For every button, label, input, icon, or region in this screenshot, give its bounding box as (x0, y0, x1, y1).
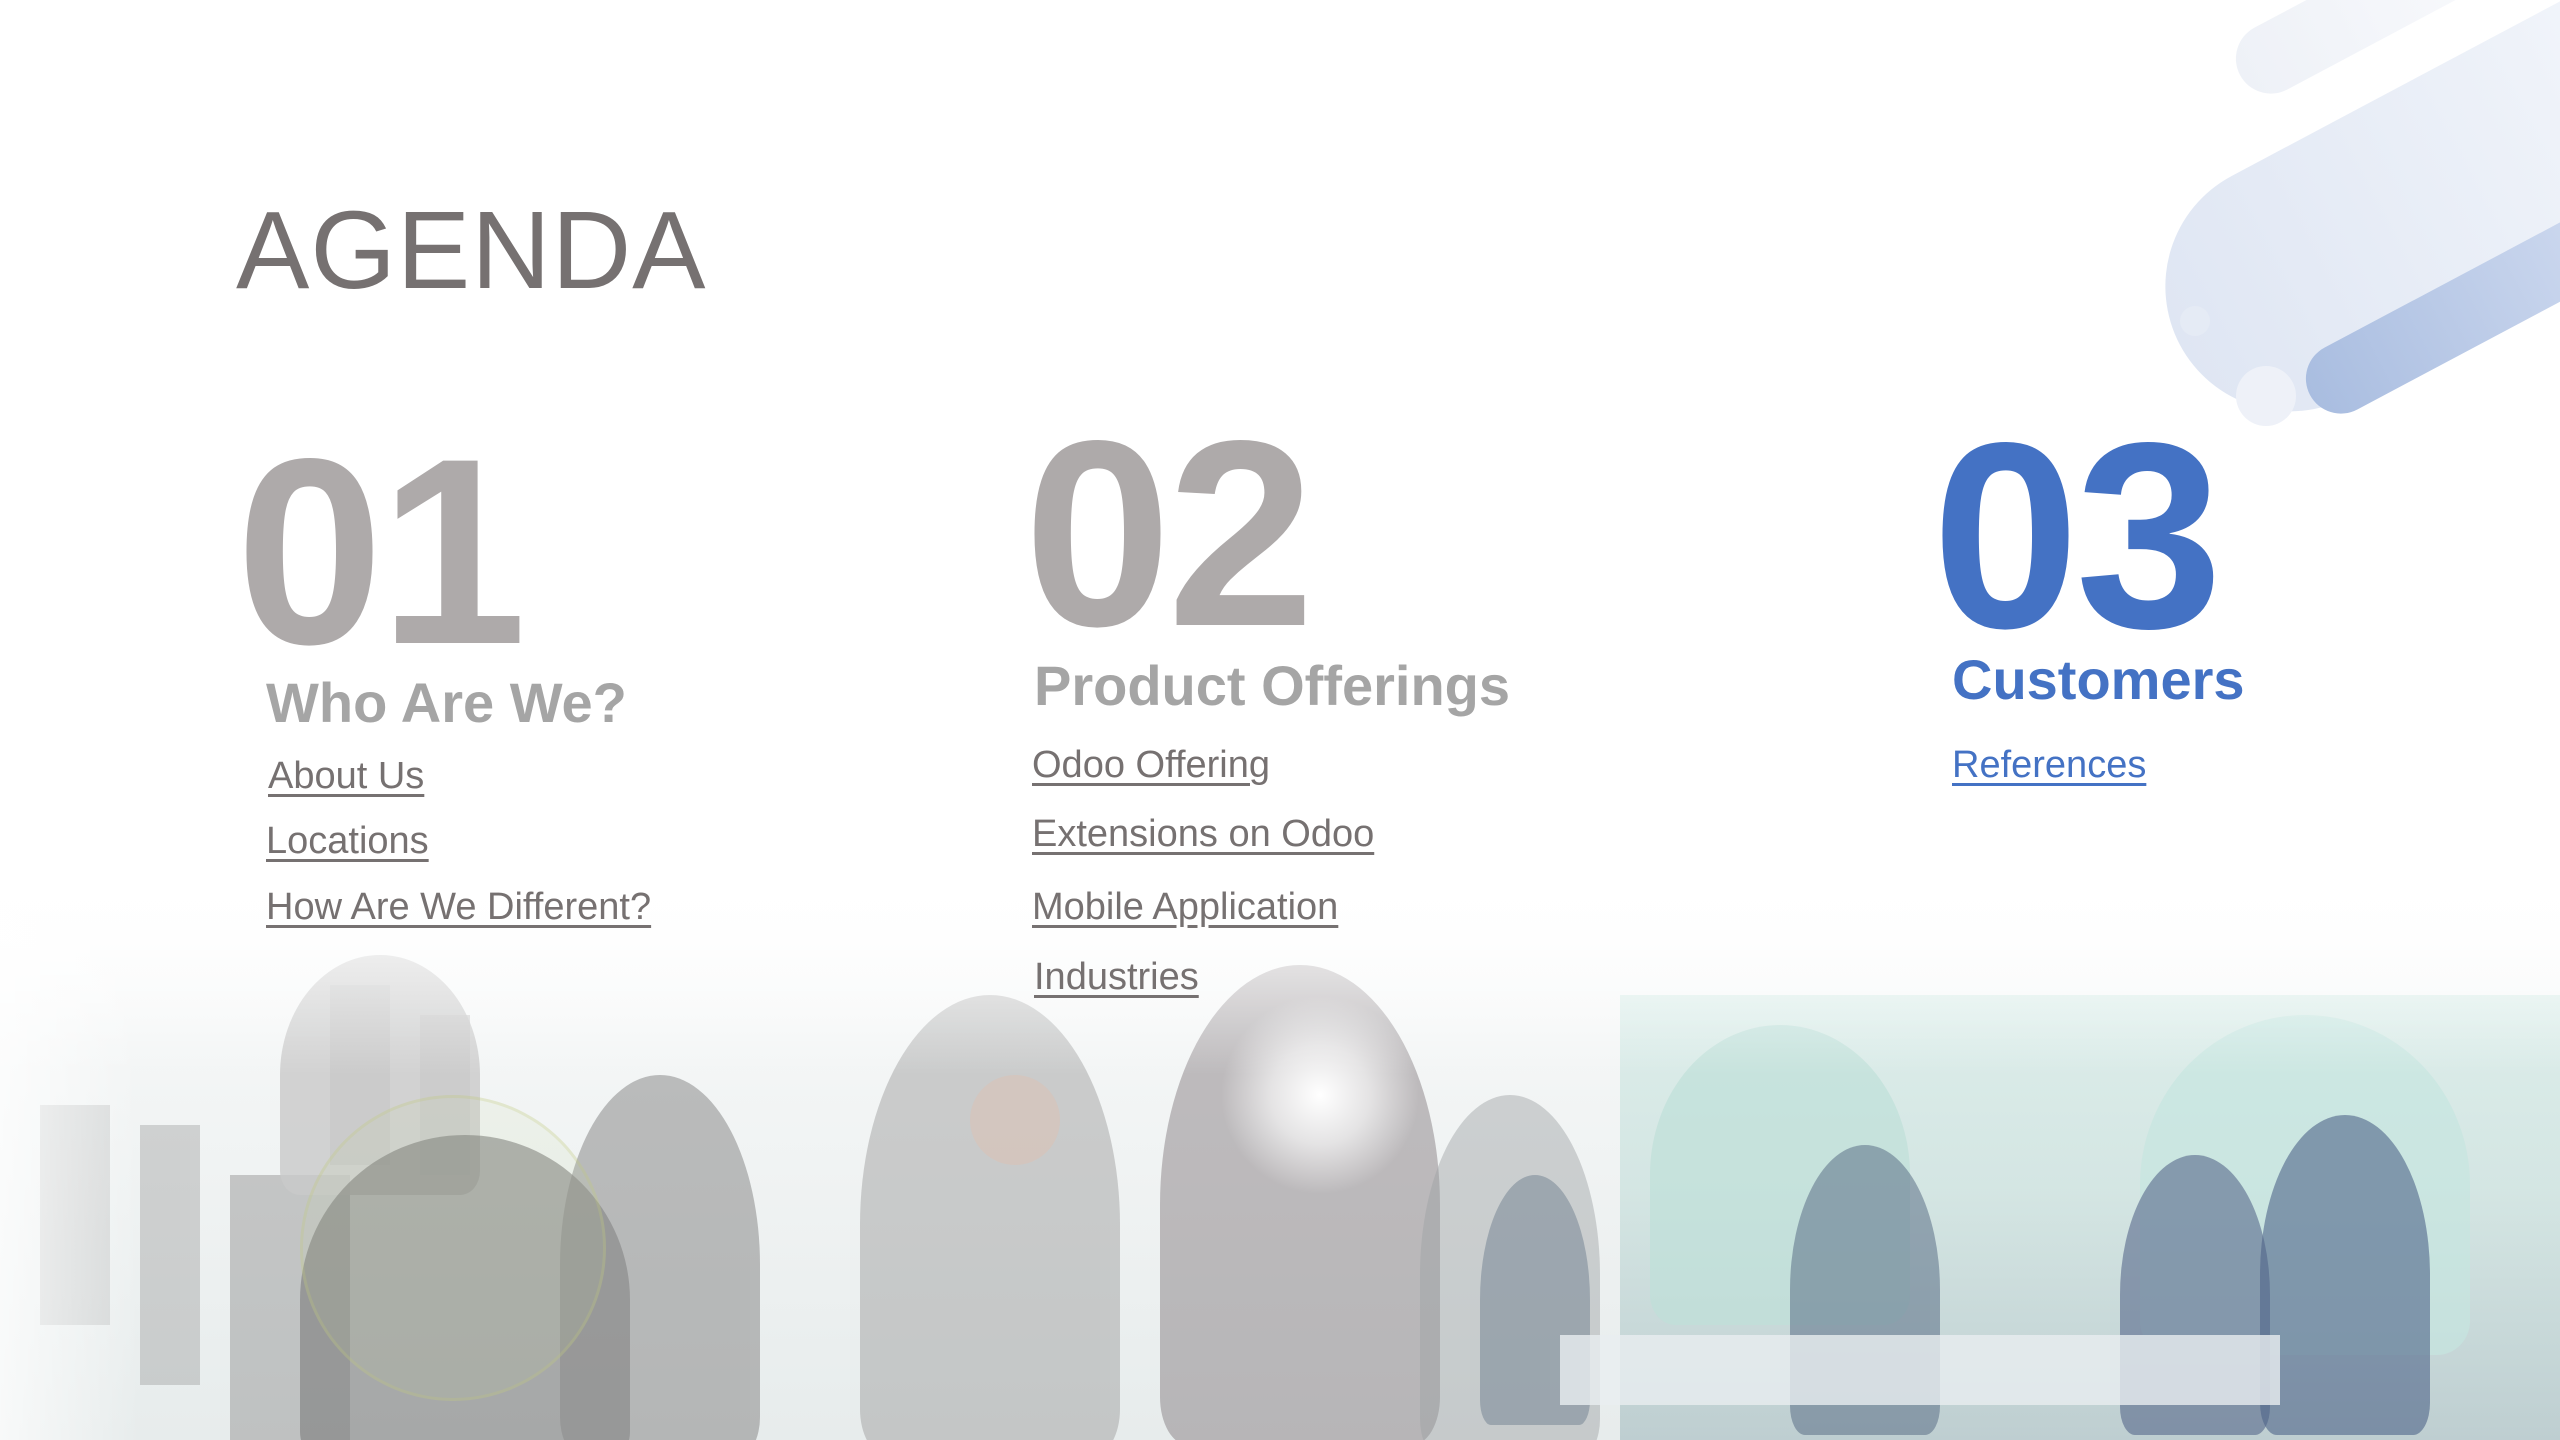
link-about-us[interactable]: About Us (268, 757, 424, 795)
link-odoo-offering[interactable]: Odoo Offering (1032, 746, 1270, 784)
background-photo (0, 875, 2560, 1440)
agenda-slide: AGENDA 01 Who Are We? About Us Locations… (0, 0, 2560, 1440)
section-number: 01 (236, 404, 527, 700)
decorative-pill-top (2223, 0, 2486, 106)
link-industries[interactable]: Industries (1034, 958, 1199, 996)
section-heading: Customers (1952, 648, 2245, 711)
link-references[interactable]: References (1952, 746, 2146, 784)
section-heading: Who Are We? (266, 671, 627, 734)
link-mobile-application[interactable]: Mobile Application (1032, 888, 1338, 926)
decorative-dot-large (2236, 366, 2296, 426)
section-heading: Product Offerings (1034, 654, 1511, 717)
section-number: 03 (1932, 388, 2223, 684)
decorative-dot-small (2180, 306, 2210, 336)
page-title: AGENDA (236, 189, 707, 312)
decorative-pill-blue (2293, 119, 2560, 426)
link-extensions-on-odoo[interactable]: Extensions on Odoo (1032, 815, 1374, 853)
section-number: 02 (1024, 386, 1315, 682)
link-how-are-we-different[interactable]: How Are We Different? (266, 888, 651, 926)
link-locations[interactable]: Locations (266, 822, 429, 860)
